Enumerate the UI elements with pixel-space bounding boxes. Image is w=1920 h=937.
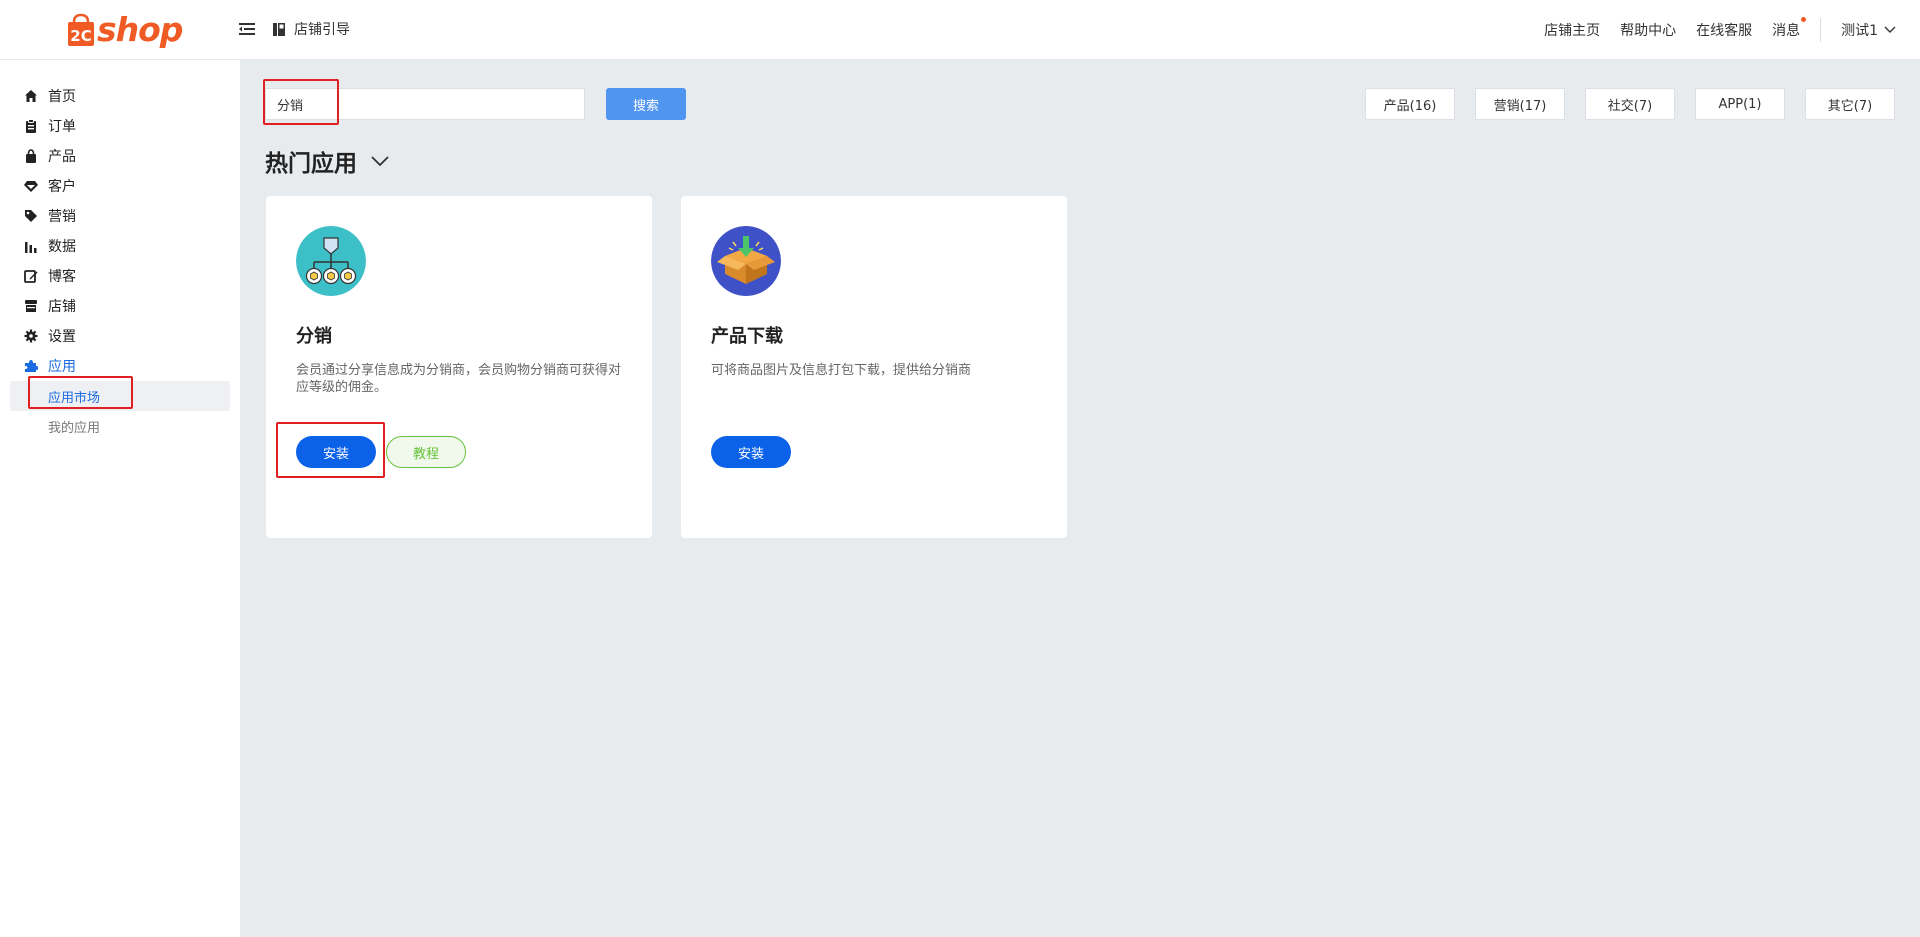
svg-text:2C: 2C <box>70 27 91 45</box>
sidebar-item-settings[interactable]: 设置 <box>24 325 76 347</box>
category-filters: 产品(16) 营销(17) 社交(7) APP(1) 其它(7) <box>1345 88 1895 120</box>
book-icon <box>273 22 285 36</box>
logo-text: shop <box>97 10 183 49</box>
sidebar-subitem-my-apps[interactable]: 我的应用 <box>10 411 230 441</box>
store-home-link[interactable]: 店铺主页 <box>1544 20 1600 40</box>
edit-icon <box>24 269 38 283</box>
home-icon <box>24 89 38 103</box>
sidebar-item-label: 设置 <box>48 329 76 345</box>
sidebar-item-store[interactable]: 店铺 <box>24 295 76 317</box>
sidebar-item-label: 营销 <box>48 209 76 225</box>
filter-social[interactable]: 社交(7) <box>1585 88 1675 120</box>
sidebar-item-customers[interactable]: 客户 <box>24 175 76 197</box>
search-input[interactable] <box>265 88 585 120</box>
chevron-down-icon <box>1884 26 1896 33</box>
logo[interactable]: 2C shop <box>66 10 183 50</box>
sidebar-subitem-label: 我的应用 <box>48 420 101 436</box>
filter-other[interactable]: 其它(7) <box>1805 88 1895 120</box>
distribution-icon <box>296 226 366 296</box>
search-button[interactable]: 搜索 <box>606 88 686 120</box>
app-card-distribution: 分销 会员通过分享信息成为分销商，会员购物分销商可获得对应等级的佣金。 安装 教… <box>266 196 652 538</box>
help-center-link[interactable]: 帮助中心 <box>1620 20 1676 40</box>
user-name: 测试1 <box>1841 23 1878 39</box>
gear-icon <box>24 329 38 343</box>
top-right-nav: 店铺主页 帮助中心 在线客服 消息 测试1 <box>1524 0 1896 60</box>
app-card-product-download: 产品下载 可将商品图片及信息打包下载，提供给分销商 安装 <box>681 196 1067 538</box>
shopping-bag-logo-icon: 2C <box>68 13 94 46</box>
sidebar: 首页 订单 产品 客户 营销 数据 博客 店铺 设置 应用 应用市场 我的应用 <box>0 60 240 937</box>
filter-app[interactable]: APP(1) <box>1695 88 1785 120</box>
messages-link[interactable]: 消息 <box>1772 17 1807 40</box>
tutorial-button[interactable]: 教程 <box>386 436 466 468</box>
store-icon <box>24 299 38 313</box>
sidebar-item-marketing[interactable]: 营销 <box>24 205 76 227</box>
sidebar-subitem-app-market[interactable]: 应用市场 <box>10 381 230 411</box>
filter-products[interactable]: 产品(16) <box>1365 88 1455 120</box>
messages-label: 消息 <box>1772 23 1801 39</box>
sidebar-item-apps[interactable]: 应用 <box>24 355 76 377</box>
sidebar-item-label: 应用 <box>48 359 76 375</box>
sidebar-item-label: 博客 <box>48 269 76 285</box>
filter-marketing[interactable]: 营销(17) <box>1475 88 1565 120</box>
user-menu[interactable]: 测试1 <box>1841 20 1896 40</box>
sidebar-item-label: 订单 <box>48 119 76 135</box>
online-service-link[interactable]: 在线客服 <box>1696 20 1752 40</box>
sidebar-item-label: 首页 <box>48 89 76 105</box>
popular-apps-toggle[interactable]: 热门应用 <box>265 144 389 178</box>
app-title: 产品下载 <box>711 326 783 347</box>
store-guide-link[interactable]: 店铺引导 <box>272 19 350 39</box>
sidebar-item-label: 店铺 <box>48 299 76 315</box>
gem-icon <box>24 179 38 193</box>
sidebar-item-orders[interactable]: 订单 <box>24 115 76 137</box>
menu-toggle-icon[interactable] <box>238 20 256 38</box>
unread-dot <box>1801 17 1807 22</box>
chevron-down-icon <box>371 155 389 166</box>
sidebar-subitem-label: 应用市场 <box>48 390 101 406</box>
sidebar-item-data[interactable]: 数据 <box>24 235 76 257</box>
app-title: 分销 <box>296 326 332 347</box>
sidebar-item-blog[interactable]: 博客 <box>24 265 76 287</box>
download-box-icon <box>711 226 781 296</box>
app-description: 可将商品图片及信息打包下载，提供给分销商 <box>711 363 972 378</box>
sidebar-item-label: 产品 <box>48 149 76 165</box>
top-bar: 2C shop 店铺引导 店铺主页 帮助中心 在线客服 消息 测试1 <box>0 0 1920 60</box>
store-guide-label: 店铺引导 <box>294 22 350 38</box>
sidebar-item-products[interactable]: 产品 <box>24 145 76 167</box>
bar-chart-icon <box>24 239 38 253</box>
sidebar-item-label: 数据 <box>48 239 76 255</box>
divider <box>1820 18 1822 42</box>
app-description: 会员通过分享信息成为分销商，会员购物分销商可获得对应等级的佣金。 <box>296 363 622 395</box>
sidebar-item-home[interactable]: 首页 <box>24 85 76 107</box>
install-button[interactable]: 安装 <box>296 436 376 468</box>
puzzle-icon <box>24 359 38 373</box>
section-title: 热门应用 <box>265 151 357 177</box>
tag-icon <box>24 209 38 223</box>
bag-icon <box>24 149 38 163</box>
clipboard-icon <box>24 119 38 133</box>
install-button[interactable]: 安装 <box>711 436 791 468</box>
sidebar-item-label: 客户 <box>48 179 76 195</box>
